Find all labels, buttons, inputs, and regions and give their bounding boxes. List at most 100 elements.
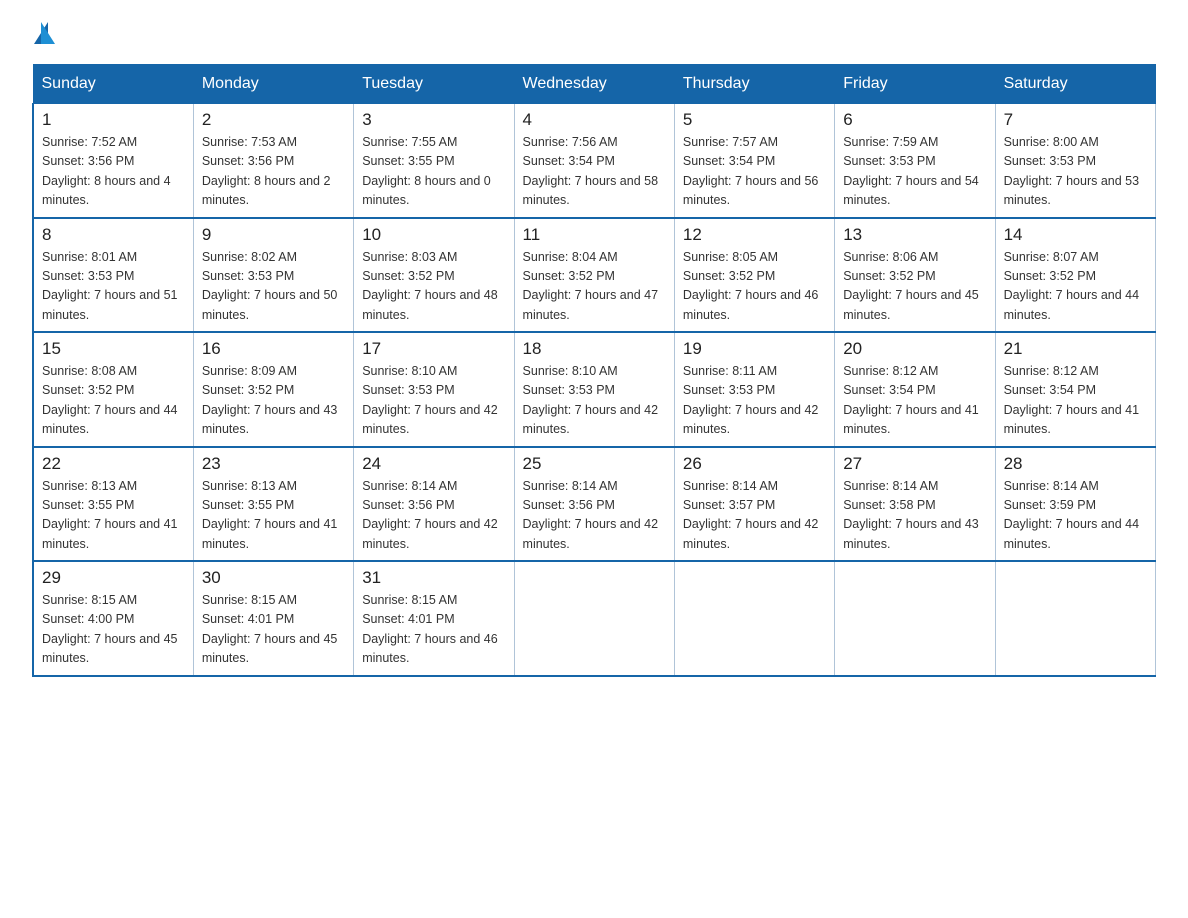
day-info: Sunrise: 8:05 AMSunset: 3:52 PMDaylight:… (683, 250, 819, 322)
day-number: 27 (843, 454, 986, 474)
day-info: Sunrise: 8:03 AMSunset: 3:52 PMDaylight:… (362, 250, 498, 322)
day-info: Sunrise: 7:53 AMSunset: 3:56 PMDaylight:… (202, 135, 331, 207)
day-number: 11 (523, 225, 666, 245)
day-cell: 5 Sunrise: 7:57 AMSunset: 3:54 PMDayligh… (674, 104, 834, 218)
day-info: Sunrise: 8:07 AMSunset: 3:52 PMDaylight:… (1004, 250, 1140, 322)
day-number: 26 (683, 454, 826, 474)
day-info: Sunrise: 7:55 AMSunset: 3:55 PMDaylight:… (362, 135, 491, 207)
day-cell: 18 Sunrise: 8:10 AMSunset: 3:53 PMDaylig… (514, 332, 674, 447)
day-number: 1 (42, 110, 185, 130)
day-info: Sunrise: 8:14 AMSunset: 3:57 PMDaylight:… (683, 479, 819, 551)
week-row-4: 22 Sunrise: 8:13 AMSunset: 3:55 PMDaylig… (33, 447, 1156, 562)
header-row: SundayMondayTuesdayWednesdayThursdayFrid… (33, 65, 1156, 104)
day-number: 22 (42, 454, 185, 474)
day-info: Sunrise: 8:09 AMSunset: 3:52 PMDaylight:… (202, 364, 338, 436)
day-number: 2 (202, 110, 345, 130)
day-number: 20 (843, 339, 986, 359)
calendar-body: 1 Sunrise: 7:52 AMSunset: 3:56 PMDayligh… (33, 104, 1156, 676)
day-number: 4 (523, 110, 666, 130)
header-sunday: Sunday (33, 65, 193, 104)
header-monday: Monday (193, 65, 353, 104)
day-cell: 29 Sunrise: 8:15 AMSunset: 4:00 PMDaylig… (33, 561, 193, 676)
day-cell: 26 Sunrise: 8:14 AMSunset: 3:57 PMDaylig… (674, 447, 834, 562)
day-cell: 10 Sunrise: 8:03 AMSunset: 3:52 PMDaylig… (354, 218, 514, 333)
day-cell (835, 561, 995, 676)
day-cell: 21 Sunrise: 8:12 AMSunset: 3:54 PMDaylig… (995, 332, 1155, 447)
week-row-2: 8 Sunrise: 8:01 AMSunset: 3:53 PMDayligh… (33, 218, 1156, 333)
page-header (32, 24, 1156, 46)
logo-triangle-light (41, 22, 55, 44)
day-number: 9 (202, 225, 345, 245)
header-thursday: Thursday (674, 65, 834, 104)
day-info: Sunrise: 8:00 AMSunset: 3:53 PMDaylight:… (1004, 135, 1140, 207)
day-cell (674, 561, 834, 676)
day-info: Sunrise: 8:13 AMSunset: 3:55 PMDaylight:… (202, 479, 338, 551)
day-info: Sunrise: 8:12 AMSunset: 3:54 PMDaylight:… (1004, 364, 1140, 436)
day-cell: 31 Sunrise: 8:15 AMSunset: 4:01 PMDaylig… (354, 561, 514, 676)
day-number: 8 (42, 225, 185, 245)
week-row-5: 29 Sunrise: 8:15 AMSunset: 4:00 PMDaylig… (33, 561, 1156, 676)
day-number: 29 (42, 568, 185, 588)
day-cell: 22 Sunrise: 8:13 AMSunset: 3:55 PMDaylig… (33, 447, 193, 562)
day-cell: 13 Sunrise: 8:06 AMSunset: 3:52 PMDaylig… (835, 218, 995, 333)
day-number: 30 (202, 568, 345, 588)
day-info: Sunrise: 8:02 AMSunset: 3:53 PMDaylight:… (202, 250, 338, 322)
calendar-table: SundayMondayTuesdayWednesdayThursdayFrid… (32, 64, 1156, 677)
day-number: 13 (843, 225, 986, 245)
day-info: Sunrise: 8:04 AMSunset: 3:52 PMDaylight:… (523, 250, 659, 322)
day-cell: 12 Sunrise: 8:05 AMSunset: 3:52 PMDaylig… (674, 218, 834, 333)
day-cell: 14 Sunrise: 8:07 AMSunset: 3:52 PMDaylig… (995, 218, 1155, 333)
day-info: Sunrise: 8:10 AMSunset: 3:53 PMDaylight:… (523, 364, 659, 436)
day-info: Sunrise: 8:11 AMSunset: 3:53 PMDaylight:… (683, 364, 819, 436)
day-cell: 20 Sunrise: 8:12 AMSunset: 3:54 PMDaylig… (835, 332, 995, 447)
day-info: Sunrise: 7:57 AMSunset: 3:54 PMDaylight:… (683, 135, 819, 207)
day-cell: 24 Sunrise: 8:14 AMSunset: 3:56 PMDaylig… (354, 447, 514, 562)
day-cell: 6 Sunrise: 7:59 AMSunset: 3:53 PMDayligh… (835, 104, 995, 218)
week-row-3: 15 Sunrise: 8:08 AMSunset: 3:52 PMDaylig… (33, 332, 1156, 447)
day-cell: 4 Sunrise: 7:56 AMSunset: 3:54 PMDayligh… (514, 104, 674, 218)
day-cell: 11 Sunrise: 8:04 AMSunset: 3:52 PMDaylig… (514, 218, 674, 333)
day-info: Sunrise: 7:56 AMSunset: 3:54 PMDaylight:… (523, 135, 659, 207)
day-number: 12 (683, 225, 826, 245)
day-info: Sunrise: 8:14 AMSunset: 3:58 PMDaylight:… (843, 479, 979, 551)
day-cell: 23 Sunrise: 8:13 AMSunset: 3:55 PMDaylig… (193, 447, 353, 562)
day-info: Sunrise: 8:01 AMSunset: 3:53 PMDaylight:… (42, 250, 178, 322)
day-cell: 1 Sunrise: 7:52 AMSunset: 3:56 PMDayligh… (33, 104, 193, 218)
day-number: 6 (843, 110, 986, 130)
day-info: Sunrise: 8:13 AMSunset: 3:55 PMDaylight:… (42, 479, 178, 551)
day-cell: 3 Sunrise: 7:55 AMSunset: 3:55 PMDayligh… (354, 104, 514, 218)
day-info: Sunrise: 7:59 AMSunset: 3:53 PMDaylight:… (843, 135, 979, 207)
day-cell: 30 Sunrise: 8:15 AMSunset: 4:01 PMDaylig… (193, 561, 353, 676)
day-number: 25 (523, 454, 666, 474)
day-info: Sunrise: 8:15 AMSunset: 4:01 PMDaylight:… (362, 593, 498, 665)
day-cell (995, 561, 1155, 676)
day-cell: 27 Sunrise: 8:14 AMSunset: 3:58 PMDaylig… (835, 447, 995, 562)
week-row-1: 1 Sunrise: 7:52 AMSunset: 3:56 PMDayligh… (33, 104, 1156, 218)
day-info: Sunrise: 8:08 AMSunset: 3:52 PMDaylight:… (42, 364, 178, 436)
day-cell: 17 Sunrise: 8:10 AMSunset: 3:53 PMDaylig… (354, 332, 514, 447)
day-info: Sunrise: 8:14 AMSunset: 3:56 PMDaylight:… (523, 479, 659, 551)
day-number: 23 (202, 454, 345, 474)
day-cell: 28 Sunrise: 8:14 AMSunset: 3:59 PMDaylig… (995, 447, 1155, 562)
day-number: 31 (362, 568, 505, 588)
day-number: 28 (1004, 454, 1147, 474)
day-cell: 2 Sunrise: 7:53 AMSunset: 3:56 PMDayligh… (193, 104, 353, 218)
day-info: Sunrise: 7:52 AMSunset: 3:56 PMDaylight:… (42, 135, 171, 207)
day-cell: 16 Sunrise: 8:09 AMSunset: 3:52 PMDaylig… (193, 332, 353, 447)
day-number: 19 (683, 339, 826, 359)
header-saturday: Saturday (995, 65, 1155, 104)
day-number: 24 (362, 454, 505, 474)
day-info: Sunrise: 8:14 AMSunset: 3:59 PMDaylight:… (1004, 479, 1140, 551)
day-cell: 15 Sunrise: 8:08 AMSunset: 3:52 PMDaylig… (33, 332, 193, 447)
calendar-header: SundayMondayTuesdayWednesdayThursdayFrid… (33, 65, 1156, 104)
day-number: 14 (1004, 225, 1147, 245)
day-number: 16 (202, 339, 345, 359)
day-cell: 9 Sunrise: 8:02 AMSunset: 3:53 PMDayligh… (193, 218, 353, 333)
day-info: Sunrise: 8:14 AMSunset: 3:56 PMDaylight:… (362, 479, 498, 551)
day-info: Sunrise: 8:10 AMSunset: 3:53 PMDaylight:… (362, 364, 498, 436)
day-info: Sunrise: 8:06 AMSunset: 3:52 PMDaylight:… (843, 250, 979, 322)
day-info: Sunrise: 8:15 AMSunset: 4:00 PMDaylight:… (42, 593, 178, 665)
day-cell (514, 561, 674, 676)
day-number: 18 (523, 339, 666, 359)
day-number: 3 (362, 110, 505, 130)
